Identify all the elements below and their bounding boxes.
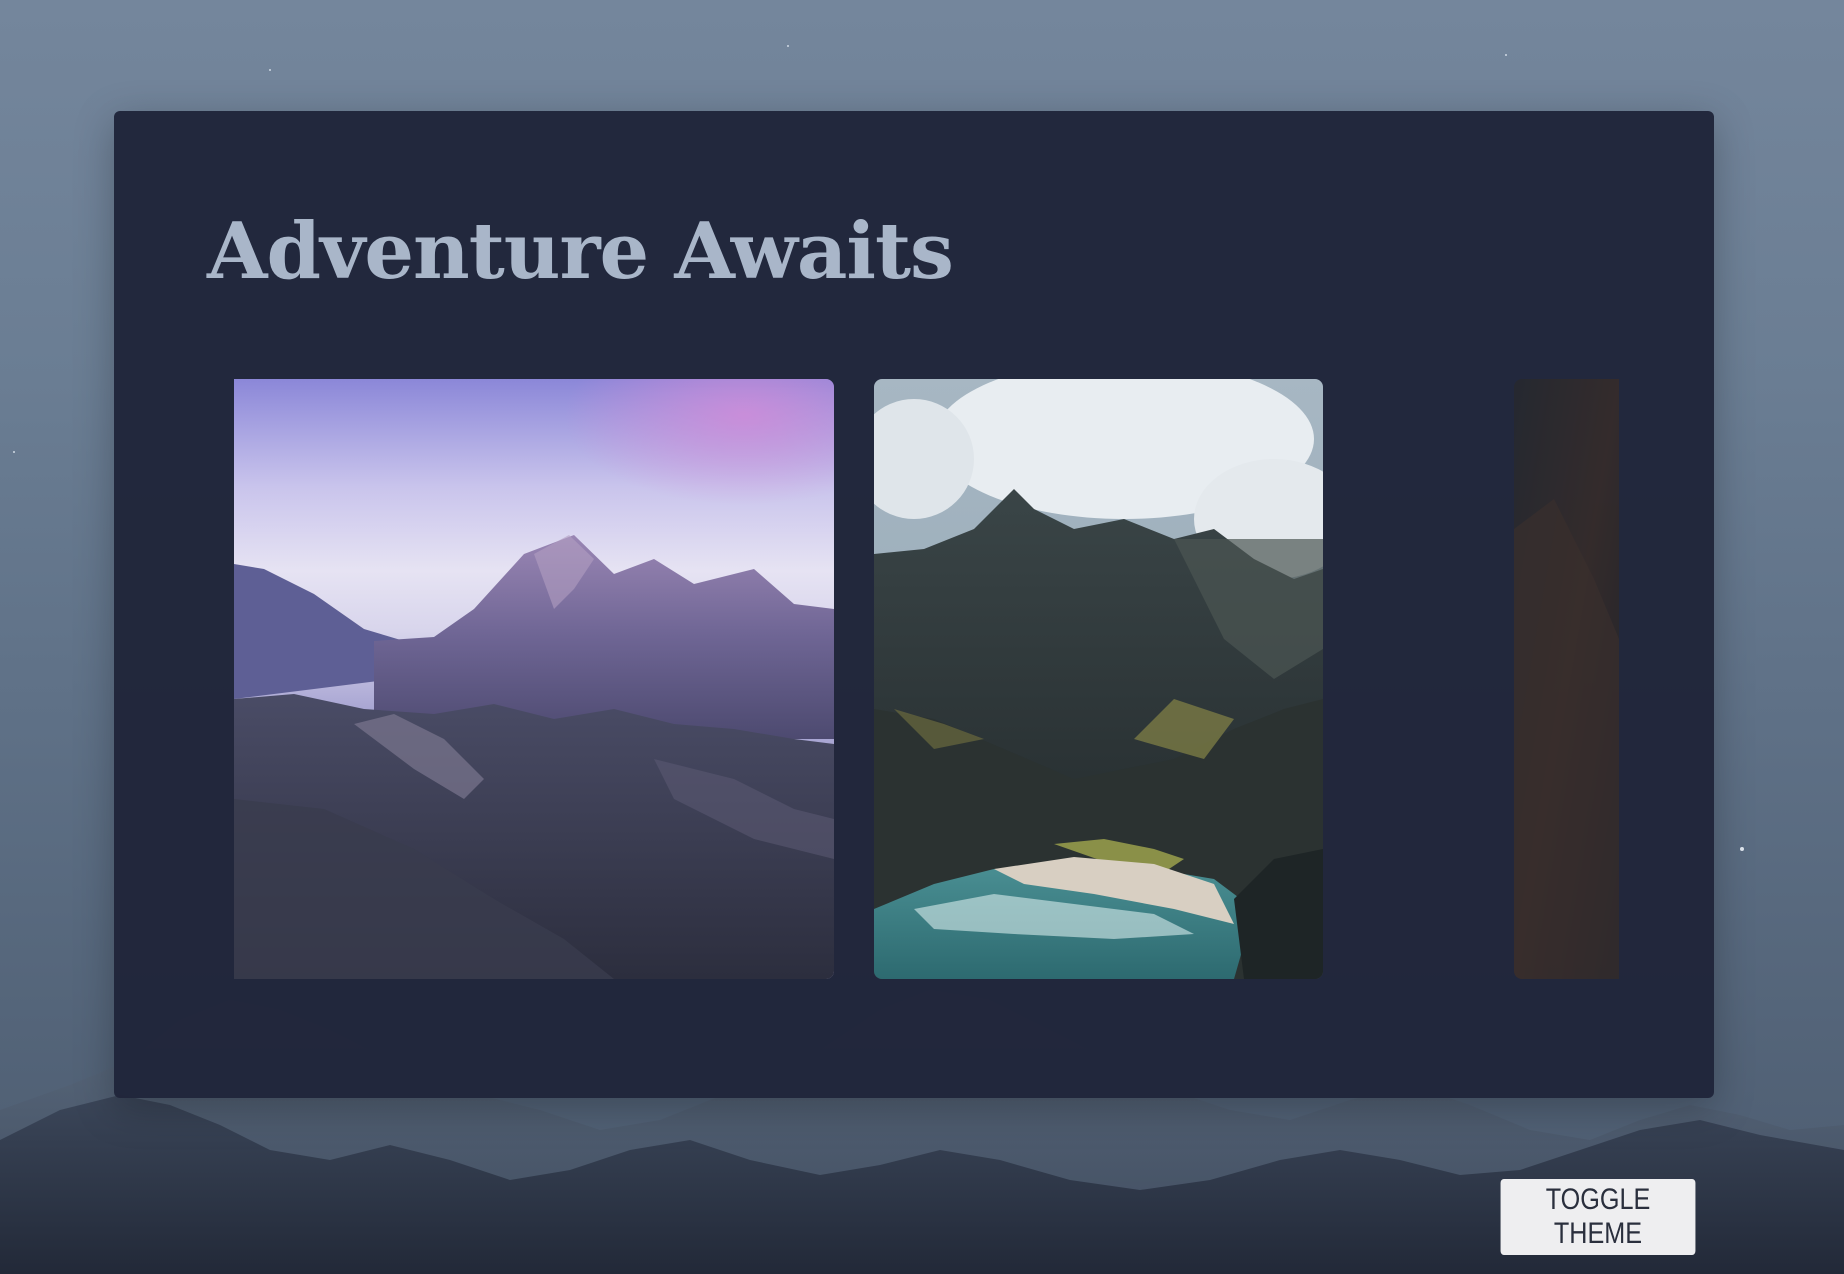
gallery-card: Adventure Awaits [114,111,1714,1098]
toggle-theme-button[interactable]: TOGGLE THEME [1500,1179,1696,1255]
gallery-photo-coastal-cliffs[interactable] [874,379,1323,979]
gallery-photo-mountain-peak[interactable] [234,379,834,979]
gallery-photo-partial[interactable] [1514,379,1619,979]
purple-mountain-peak-photo [234,379,834,979]
dark-partial-photo [1514,379,1619,979]
page-title: Adventure Awaits [207,206,954,297]
coastal-cliffs-beach-photo [874,379,1323,979]
